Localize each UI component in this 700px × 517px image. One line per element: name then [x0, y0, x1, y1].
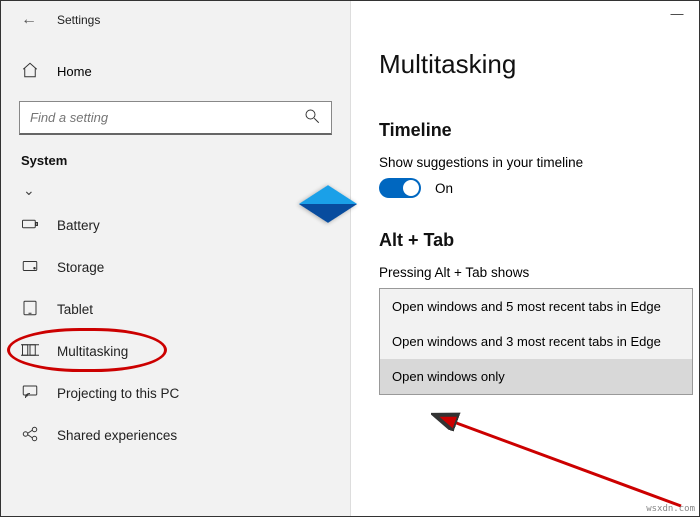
- search-icon: [303, 107, 321, 128]
- projecting-icon: [21, 383, 39, 404]
- nav-item-projecting[interactable]: Projecting to this PC: [1, 372, 350, 414]
- search-input[interactable]: [30, 110, 303, 125]
- alttab-heading: Alt + Tab: [379, 230, 699, 251]
- alttab-description: Pressing Alt + Tab shows: [379, 265, 699, 280]
- titlebar: ← Settings: [1, 7, 350, 39]
- nav-item-shared[interactable]: Shared experiences: [1, 414, 350, 456]
- content-pane: — Multitasking Timeline Show suggestions…: [351, 1, 699, 516]
- nav-item-label: [21, 182, 25, 197]
- alttab-option-1[interactable]: Open windows and 3 most recent tabs in E…: [380, 324, 692, 359]
- nav-home[interactable]: Home: [1, 51, 350, 91]
- minimize-button[interactable]: —: [655, 1, 699, 29]
- tablet-icon: [21, 299, 39, 320]
- alttab-option-2[interactable]: Open windows only: [380, 359, 692, 394]
- timeline-toggle-row: On: [379, 178, 699, 198]
- nav-item-label: Tablet: [57, 302, 93, 317]
- back-button[interactable]: ←: [21, 11, 37, 29]
- nav-item-truncated[interactable]: [1, 174, 350, 204]
- nav-list: Battery Storage Tablet Multitasking: [1, 174, 350, 456]
- timeline-description: Show suggestions in your timeline: [379, 155, 699, 170]
- nav-item-label: Projecting to this PC: [57, 386, 179, 401]
- nav-item-label: Storage: [57, 260, 104, 275]
- section-heading: System: [1, 147, 350, 174]
- nav-item-label: Battery: [57, 218, 100, 233]
- search-box[interactable]: [19, 101, 332, 135]
- alttab-option-0[interactable]: Open windows and 5 most recent tabs in E…: [380, 289, 692, 324]
- timeline-toggle[interactable]: [379, 178, 421, 198]
- sidebar: ← Settings Home System Batter: [1, 1, 351, 516]
- nav-item-label: Shared experiences: [57, 428, 177, 443]
- nav-item-battery[interactable]: Battery: [1, 204, 350, 246]
- timeline-toggle-label: On: [435, 181, 453, 196]
- multitasking-icon: [21, 341, 39, 362]
- nav-item-tablet[interactable]: Tablet: [1, 288, 350, 330]
- home-icon: [21, 61, 39, 82]
- storage-icon: [21, 257, 39, 278]
- nav-item-label: Multitasking: [57, 344, 128, 359]
- battery-icon: [21, 215, 39, 236]
- shared-icon: [21, 425, 39, 446]
- nav-item-multitasking[interactable]: Multitasking: [1, 330, 350, 372]
- watermark: wsxdn.com: [646, 504, 695, 514]
- app-title: Settings: [57, 13, 100, 27]
- nav-home-label: Home: [57, 64, 92, 79]
- page-title: Multitasking: [379, 49, 699, 80]
- annotation-arrow: [431, 411, 691, 511]
- alttab-dropdown[interactable]: Open windows and 5 most recent tabs in E…: [379, 288, 693, 395]
- timeline-heading: Timeline: [379, 120, 699, 141]
- nav-item-storage[interactable]: Storage: [1, 246, 350, 288]
